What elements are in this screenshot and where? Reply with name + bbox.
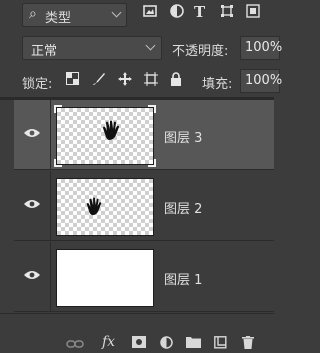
new-layer-icon[interactable] xyxy=(214,336,227,353)
hand-print-icon xyxy=(85,197,103,221)
bottom-toolbar: fx xyxy=(0,313,274,353)
lock-image-pixels-icon[interactable] xyxy=(92,72,106,90)
visibility-eye-icon[interactable] xyxy=(24,127,40,137)
layer-row-2[interactable]: 图层 2 xyxy=(14,171,274,241)
layer-name[interactable]: 图层 1 xyxy=(164,269,202,288)
opacity-field[interactable]: 100% xyxy=(240,36,283,60)
separator xyxy=(50,100,51,170)
layer-thumbnail[interactable] xyxy=(56,249,154,307)
shape-filter-icon[interactable] xyxy=(220,4,234,22)
layer-thumbnail[interactable] xyxy=(56,178,154,236)
smart-object-filter-icon[interactable] xyxy=(246,4,260,22)
visibility-eye-icon[interactable] xyxy=(24,198,40,208)
lock-row: 锁定: 填充: 100% xyxy=(0,64,282,98)
layer-thumbnail[interactable] xyxy=(54,105,156,167)
blend-mode-dropdown[interactable]: 正常 xyxy=(22,36,162,60)
opacity-value: 100% xyxy=(245,40,283,55)
layer-name[interactable]: 图层 3 xyxy=(164,127,202,146)
selection-corner xyxy=(148,159,156,167)
add-mask-icon[interactable] xyxy=(132,336,146,352)
layer-style-fx-button[interactable]: fx xyxy=(102,334,115,350)
lock-position-icon[interactable] xyxy=(118,72,132,90)
fill-label: 填充: xyxy=(202,77,233,92)
chevron-down-icon xyxy=(145,40,156,51)
lock-artboard-icon[interactable] xyxy=(144,72,158,90)
fill-value: 100% xyxy=(245,73,283,88)
lock-transparent-pixels-icon[interactable] xyxy=(66,72,79,89)
opacity-label: 不透明度: xyxy=(172,44,229,59)
layer-row-1[interactable]: 图层 1 xyxy=(14,242,274,312)
blend-mode-value: 正常 xyxy=(31,44,58,59)
image-filter-icon[interactable] xyxy=(143,4,157,22)
separator xyxy=(50,242,51,312)
visibility-eye-icon[interactable] xyxy=(24,269,40,279)
filter-row: ⌕ 类型 T xyxy=(0,0,274,32)
chevron-down-icon xyxy=(111,7,122,18)
layer-filter-dropdown[interactable]: ⌕ 类型 xyxy=(22,3,127,27)
delete-layer-icon[interactable] xyxy=(242,336,254,353)
layers-panel: ⌕ 类型 T 正常 不透明度: 100% 锁定: 填充: 100% 图层 3 图… xyxy=(0,0,282,353)
layer-name[interactable]: 图层 2 xyxy=(164,198,202,217)
lock-all-icon[interactable] xyxy=(170,72,182,90)
selection-corner xyxy=(148,105,156,113)
link-layers-icon[interactable] xyxy=(66,338,84,353)
folder-icon[interactable] xyxy=(186,336,201,352)
filter-type-label: 类型 xyxy=(45,11,72,26)
hand-print-icon xyxy=(101,120,121,146)
blend-row: 正常 不透明度: 100% xyxy=(0,32,282,64)
fill-field[interactable]: 100% xyxy=(240,69,283,93)
selection-corner xyxy=(54,105,62,113)
type-filter-icon[interactable]: T xyxy=(194,3,205,21)
lock-label: 锁定: xyxy=(22,77,53,92)
selection-corner xyxy=(54,159,62,167)
adjustment-filter-icon[interactable] xyxy=(170,4,184,22)
layer-row-3[interactable]: 图层 3 xyxy=(14,100,274,170)
adjustment-layer-icon[interactable] xyxy=(160,336,173,353)
search-icon: ⌕ xyxy=(29,6,37,22)
separator xyxy=(50,171,51,241)
